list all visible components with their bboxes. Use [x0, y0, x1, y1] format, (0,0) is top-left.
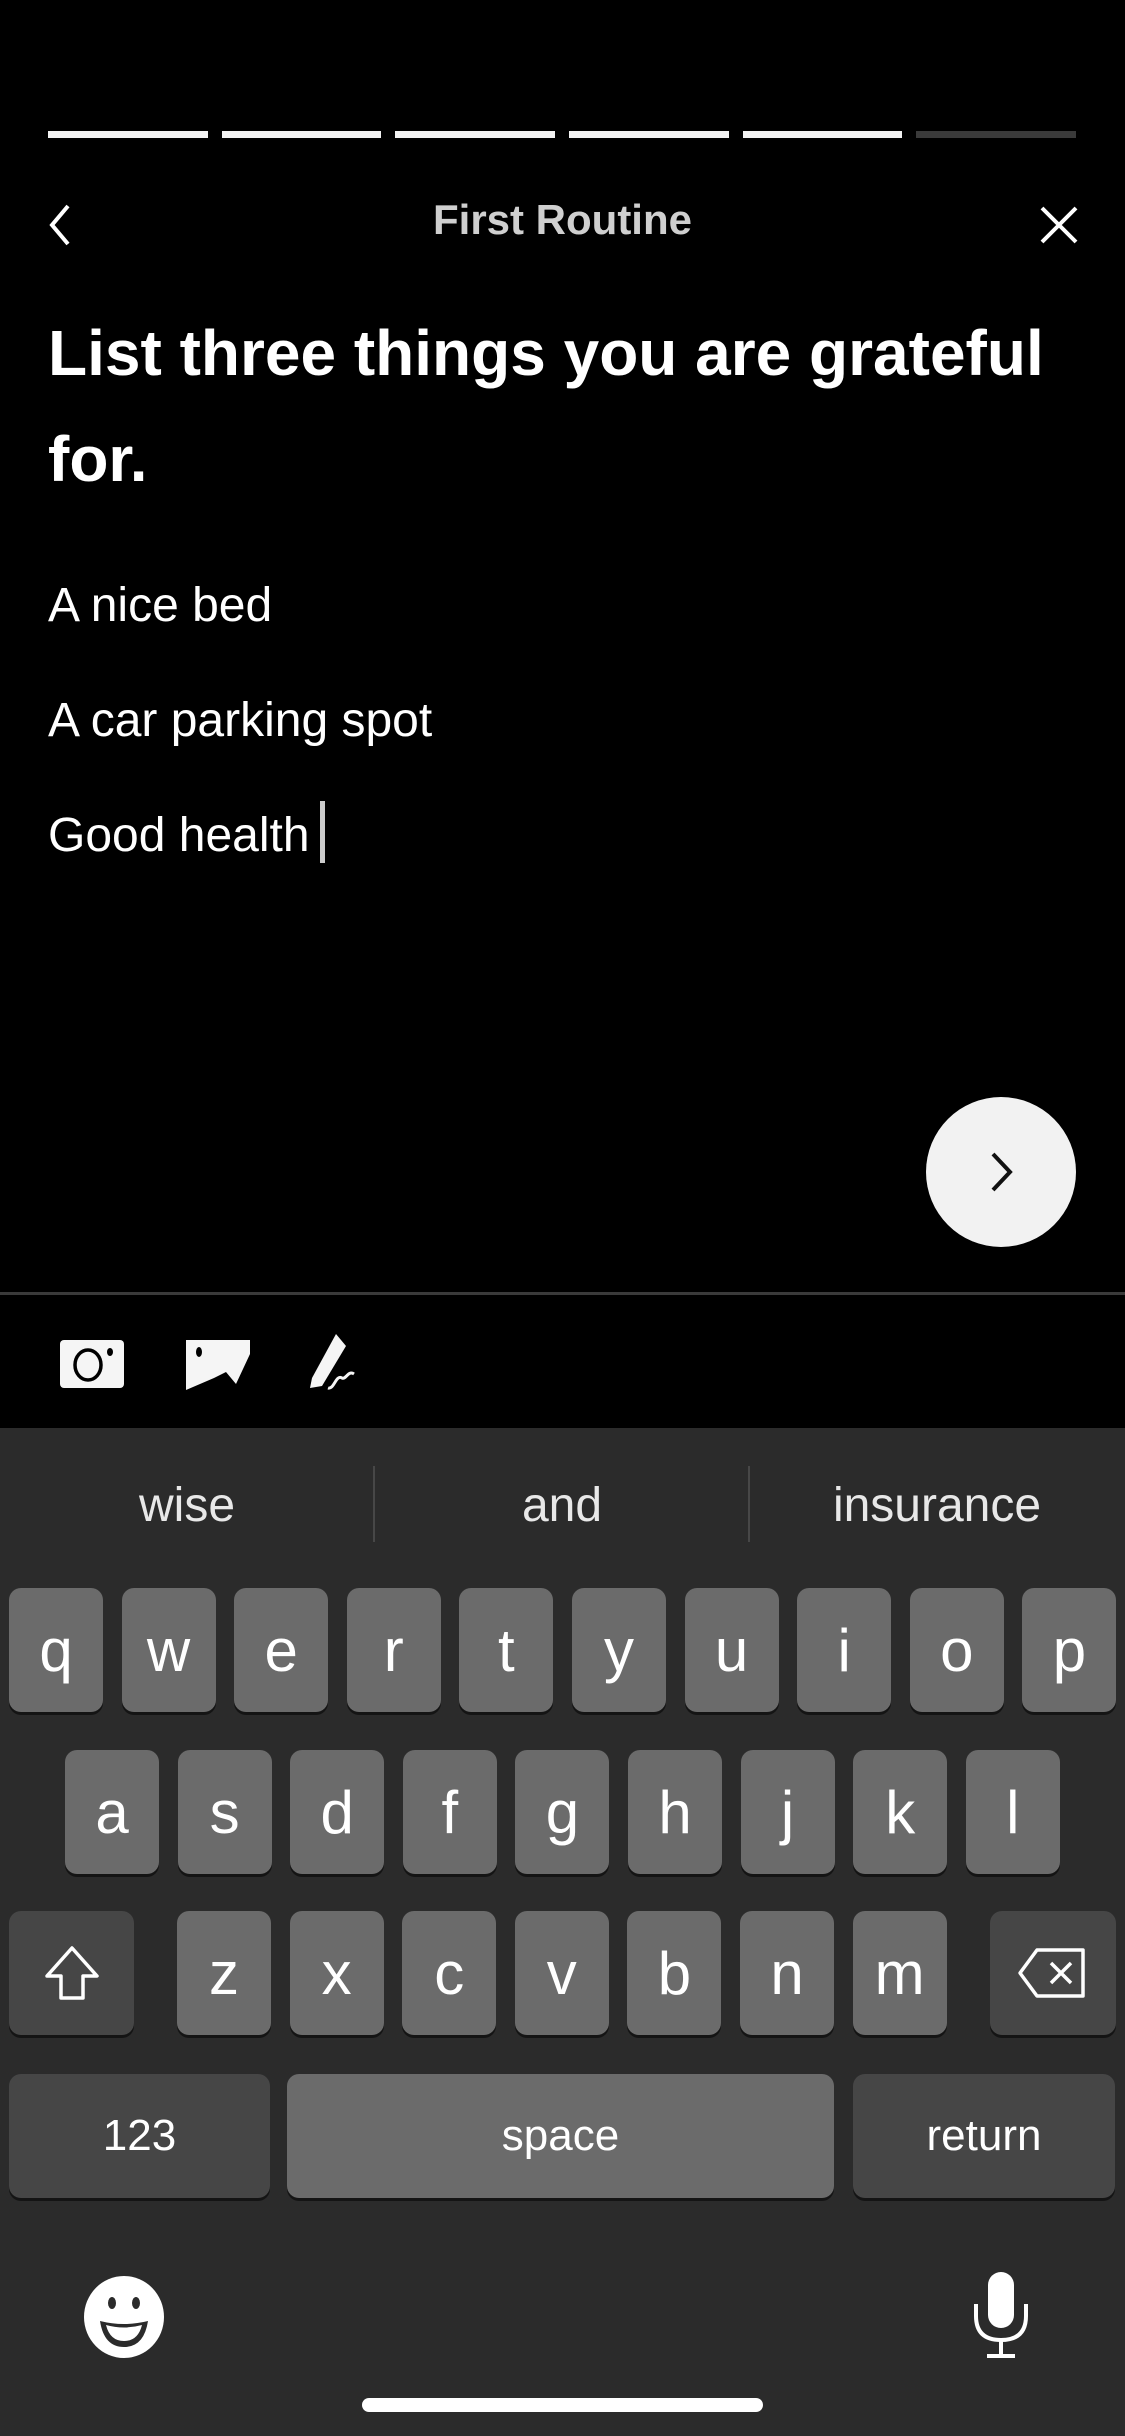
key-e[interactable]: e	[234, 1588, 329, 1712]
signature-pen-icon[interactable]	[310, 1334, 374, 1390]
key-y[interactable]: y	[572, 1588, 666, 1712]
key-r[interactable]: r	[346, 1588, 441, 1712]
entry-text: Good health	[48, 809, 310, 862]
key-n[interactable]: n	[740, 1911, 834, 2035]
delete-key[interactable]	[990, 1911, 1116, 2035]
key-m[interactable]: m	[852, 1911, 947, 2035]
key-j[interactable]: j	[740, 1750, 835, 1874]
shift-icon	[44, 1946, 99, 2000]
emoji-icon[interactable]	[82, 2275, 166, 2359]
image-icon[interactable]	[186, 1334, 250, 1390]
key-g[interactable]: g	[515, 1750, 610, 1874]
progress-segment	[221, 131, 382, 138]
key-f[interactable]: f	[402, 1750, 497, 1874]
progress-segment	[742, 131, 903, 138]
entry-line: Good health	[48, 778, 432, 893]
key-s[interactable]: s	[177, 1750, 272, 1874]
toolbar-divider	[0, 1292, 1125, 1295]
key-t[interactable]: t	[459, 1588, 554, 1712]
key-h[interactable]: h	[628, 1750, 722, 1874]
key-x[interactable]: x	[289, 1911, 384, 2035]
key-i[interactable]: i	[797, 1588, 892, 1712]
prompt-heading: List three things you are grateful for.	[48, 317, 1044, 495]
entry-line: A car parking spot	[48, 694, 433, 747]
backspace-icon	[1018, 1948, 1085, 1998]
journal-text-area[interactable]: A nice bed A car parking spot Good healt…	[48, 548, 432, 893]
key-o[interactable]: o	[909, 1588, 1004, 1712]
header-title: First Routine	[433, 196, 692, 243]
numbers-key[interactable]: 123	[9, 2074, 270, 2198]
key-k[interactable]: k	[853, 1750, 948, 1874]
suggestion-insurance[interactable]: insurance	[750, 1462, 1124, 1550]
progress-segment	[916, 131, 1077, 138]
home-indicator[interactable]	[362, 2398, 763, 2412]
key-q[interactable]: q	[9, 1588, 103, 1712]
progress-segment	[395, 131, 556, 138]
suggestion-wise[interactable]: wise	[0, 1462, 374, 1550]
return-key[interactable]: return	[853, 2074, 1115, 2198]
microphone-icon[interactable]	[971, 2270, 1031, 2360]
key-v[interactable]: v	[514, 1911, 609, 2035]
next-button[interactable]	[926, 1097, 1076, 1247]
entry-line: A nice bed	[48, 579, 273, 632]
key-z[interactable]: z	[177, 1911, 271, 2035]
shift-key[interactable]	[9, 1911, 134, 2035]
chevron-right-icon	[991, 1152, 1013, 1192]
key-b[interactable]: b	[627, 1911, 722, 2035]
camera-icon[interactable]	[60, 1334, 124, 1390]
key-p[interactable]: p	[1022, 1588, 1117, 1712]
step-progress-bar	[48, 131, 1077, 138]
text-cursor	[319, 801, 325, 863]
key-c[interactable]: c	[402, 1911, 497, 2035]
key-l[interactable]: l	[965, 1750, 1060, 1874]
key-a[interactable]: a	[65, 1750, 159, 1874]
progress-segment	[569, 131, 729, 138]
key-d[interactable]: d	[290, 1750, 385, 1874]
progress-segment	[48, 131, 208, 138]
close-icon[interactable]	[1038, 204, 1080, 246]
space-key[interactable]: space	[287, 2074, 834, 2198]
key-w[interactable]: w	[121, 1588, 216, 1712]
suggestion-and[interactable]: and	[375, 1462, 749, 1550]
key-u[interactable]: u	[684, 1588, 779, 1712]
